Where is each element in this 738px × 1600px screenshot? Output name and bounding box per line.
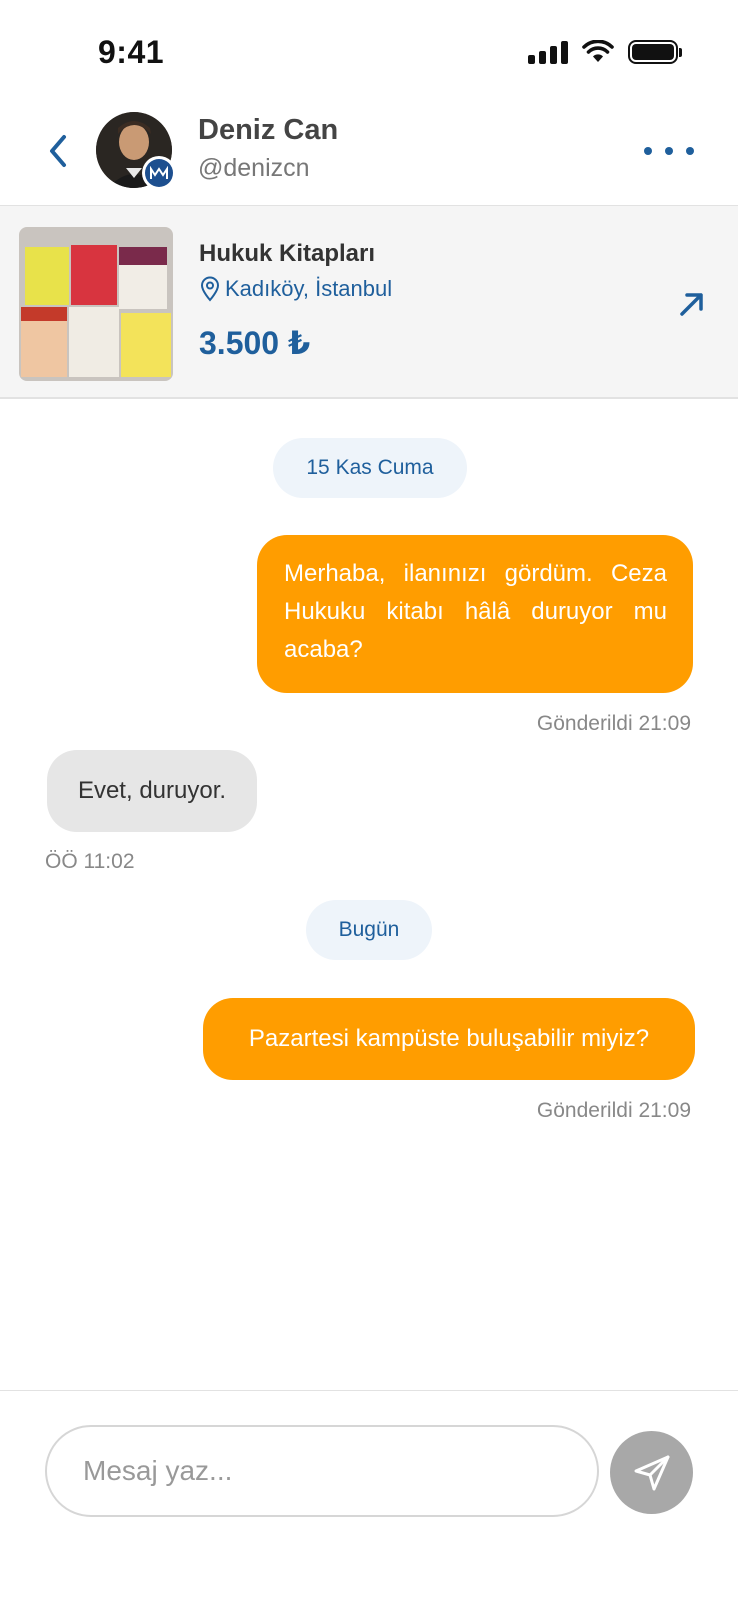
message-meta: Gönderildi 21:09	[536, 712, 691, 735]
status-bar: 9:41	[0, 0, 738, 100]
status-time: 9:41	[98, 34, 165, 70]
status-icons	[528, 40, 682, 64]
date-separator: Bugün	[306, 900, 432, 960]
avatar[interactable]	[96, 112, 176, 190]
more-dot	[665, 147, 673, 155]
more-options-button[interactable]	[644, 136, 694, 166]
send-button[interactable]	[610, 1431, 693, 1514]
message-bubble-outgoing[interactable]: Pazartesi kampüste buluşabilir miyiz?	[203, 998, 695, 1080]
send-icon	[634, 1455, 669, 1490]
wifi-icon	[582, 40, 614, 62]
message-meta: Gönderildi 21:09	[536, 1099, 691, 1122]
message-text: Evet, duruyor.	[77, 777, 227, 804]
listing-title: Hukuk Kitapları	[199, 240, 376, 267]
chevron-left-icon	[50, 135, 66, 167]
listing-location: Kadıköy, İstanbul	[199, 276, 392, 302]
message-text: Pazartesi kampüste buluşabilir miyiz?	[248, 1025, 650, 1052]
battery-icon	[628, 40, 682, 64]
listing-thumbnail	[19, 227, 173, 381]
date-separator-label: Bugün	[338, 918, 400, 941]
message-bubble-outgoing[interactable]: Merhaba, ilanınızı gördüm. Ceza Hukuku k…	[257, 535, 693, 693]
message-bubble-incoming[interactable]: Evet, duruyor.	[47, 750, 257, 832]
message-input[interactable]	[45, 1425, 599, 1517]
message-composer	[0, 1390, 738, 1600]
location-pin-icon	[200, 276, 220, 302]
message-meta: ÖÖ 11:02	[45, 850, 135, 873]
open-listing-arrow-icon[interactable]	[674, 286, 710, 322]
chat-header: Deniz Can @denizcn	[0, 100, 738, 206]
message-text: Merhaba, ilanınızı gördüm. Ceza Hukuku k…	[284, 560, 667, 663]
date-separator: 15 Kas Cuma	[273, 438, 467, 498]
cellular-signal-icon	[528, 40, 568, 64]
contact-name[interactable]: Deniz Can	[198, 114, 338, 147]
more-dot	[686, 147, 694, 155]
listing-card[interactable]: Hukuk Kitapları Kadıköy, İstanbul 3.500 …	[0, 206, 738, 399]
contact-handle: @denizcn	[198, 154, 310, 182]
university-badge-icon	[142, 156, 176, 190]
back-button[interactable]	[38, 126, 78, 176]
listing-location-text: Kadıköy, İstanbul	[225, 276, 393, 301]
listing-price: 3.500 ₺	[199, 325, 311, 361]
more-dot	[644, 147, 652, 155]
date-separator-label: 15 Kas Cuma	[306, 456, 434, 479]
